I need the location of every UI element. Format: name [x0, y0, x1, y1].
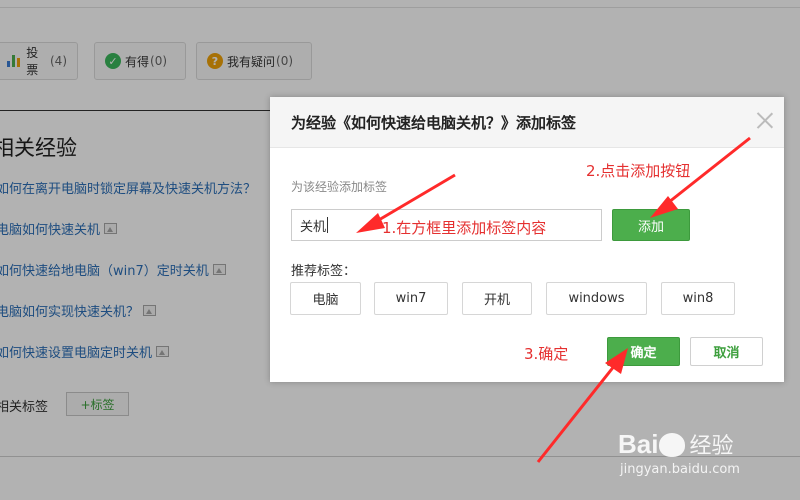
- arrow-to-input: [371, 173, 456, 226]
- watermark-logo-cn: 经验: [689, 434, 734, 459]
- watermark-url: jingyan.baidu.com: [620, 462, 740, 477]
- paw-icon: [659, 433, 686, 457]
- annotation-arrows: [356, 136, 751, 463]
- arrow-to-confirm: [536, 364, 617, 463]
- arrow-head: [605, 348, 628, 374]
- watermark-logo: Bai 经验: [618, 428, 733, 460]
- watermark-logo-text: Bai: [618, 429, 659, 459]
- baidu-watermark: Bai 经验 jingyan.baidu.com: [618, 428, 778, 488]
- arrow-to-add: [663, 136, 751, 208]
- arrow-head: [356, 213, 385, 233]
